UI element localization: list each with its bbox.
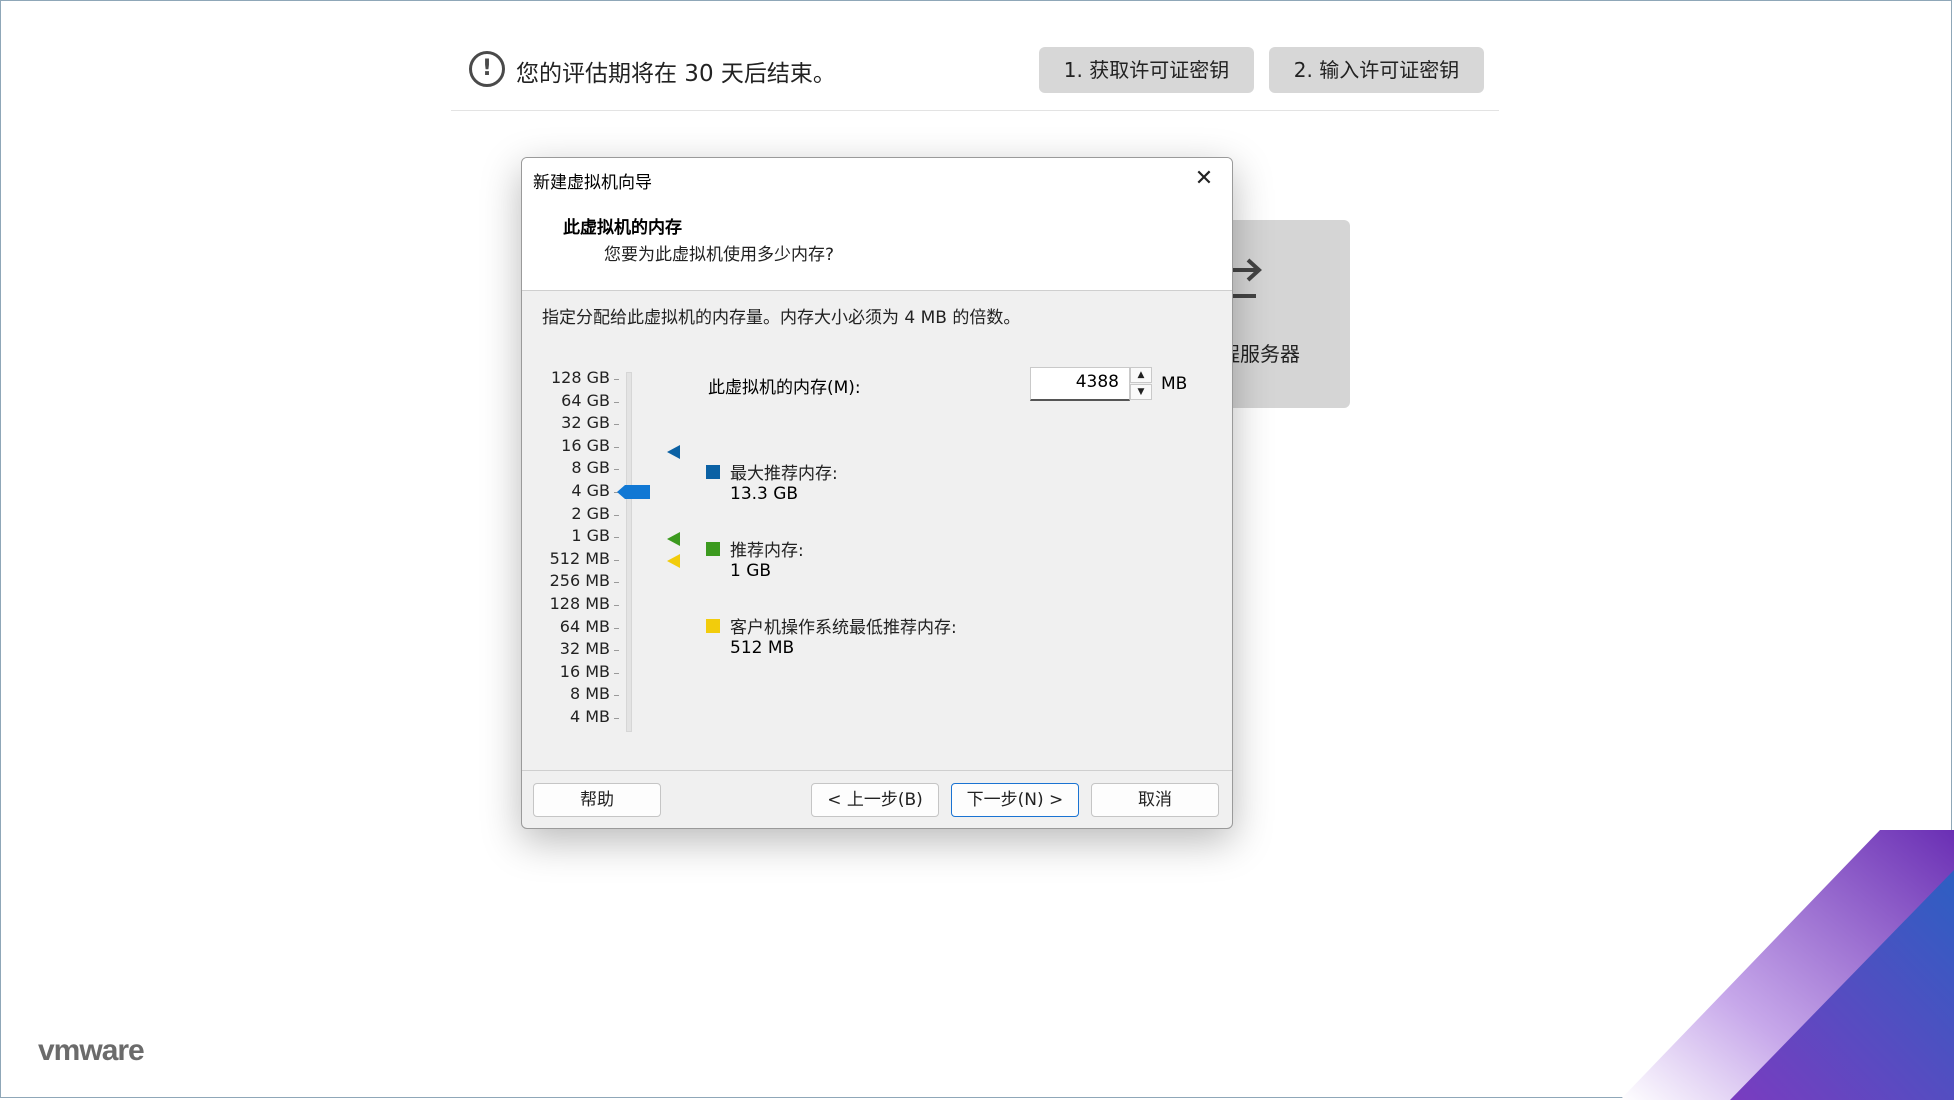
scale-label: 64 MB <box>559 616 610 636</box>
footer-divider <box>522 770 1232 771</box>
scale-label: 64 GB <box>561 390 610 410</box>
dialog-header: 新建虚拟机向导 ✕ 此虚拟机的内存 您要为此虚拟机使用多少内存? <box>522 158 1232 291</box>
scale-tick <box>614 559 619 561</box>
min-recommended-title: 客户机操作系统最低推荐内存: <box>730 618 957 638</box>
scale-tick <box>614 718 619 719</box>
scale-label: 128 GB <box>551 368 610 387</box>
scale-tick <box>614 401 619 403</box>
scale-tick <box>614 514 619 516</box>
memory-field-label: 此虚拟机的内存(M): <box>708 378 861 398</box>
scale-label: 256 MB <box>549 571 610 591</box>
brand-corner-graphic <box>1620 830 1954 1100</box>
max-recommended-value: 13.3 GB <box>730 484 799 504</box>
recommended-title: 推荐内存: <box>730 541 804 561</box>
page-heading: 此虚拟机的内存 <box>563 218 682 238</box>
scale-tick <box>614 537 619 539</box>
scale-label: 16 MB <box>559 661 610 681</box>
get-license-key-button[interactable]: 1. 获取许可证密钥 <box>1039 47 1254 93</box>
spin-up-icon[interactable]: ▲ <box>1130 367 1152 383</box>
connect-arrow-icon <box>1232 258 1262 298</box>
scale-label: 8 MB <box>569 684 610 704</box>
max-recommended-marker-icon <box>667 445 680 459</box>
scale-label: 16 GB <box>561 435 610 455</box>
scale-label: 32 MB <box>559 639 610 659</box>
memory-input[interactable]: 4388 <box>1030 367 1130 401</box>
recommended-marker-icon <box>667 532 680 546</box>
min-recommended-swatch <box>706 619 720 633</box>
scale-tick <box>614 650 619 652</box>
vmware-logo: vmware <box>38 1034 145 1067</box>
memory-unit: MB <box>1161 374 1188 394</box>
scale-tick <box>614 469 619 471</box>
page-subheading: 您要为此虚拟机使用多少内存? <box>604 245 835 265</box>
recommended-value: 1 GB <box>730 561 772 581</box>
close-icon[interactable]: ✕ <box>1186 162 1222 196</box>
evaluation-bar: ! 您的评估期将在 30 天后结束。 1. 获取许可证密钥 2. 输入许可证密钥 <box>451 44 1499 111</box>
max-recommended-swatch <box>706 465 720 479</box>
dialog-title: 新建虚拟机向导 <box>533 173 652 193</box>
memory-scale: 128 GB 64 GB 32 GB 16 GB 8 GB 4 GB 2 GB … <box>522 368 652 748</box>
scale-label: 4 GB <box>571 481 610 500</box>
memory-slider-track[interactable] <box>626 372 632 732</box>
max-recommended-title: 最大推荐内存: <box>730 464 838 484</box>
memory-description: 指定分配给此虚拟机的内存量。内存大小必须为 4 MB 的倍数。 <box>542 308 1021 328</box>
enter-license-key-button[interactable]: 2. 输入许可证密钥 <box>1269 47 1484 93</box>
recommended-swatch <box>706 542 720 556</box>
scale-tick <box>614 424 619 426</box>
scale-label: 1 GB <box>571 526 610 546</box>
back-button[interactable]: < 上一步(B) <box>811 783 939 817</box>
scale-label: 128 MB <box>549 594 610 613</box>
exclamation-circle-icon: ! <box>469 51 505 87</box>
help-button[interactable]: 帮助 <box>533 783 661 817</box>
scale-tick <box>614 582 619 584</box>
evaluation-message: 您的评估期将在 30 天后结束。 <box>516 61 836 87</box>
cancel-button[interactable]: 取消 <box>1091 783 1219 817</box>
scale-label: 32 GB <box>561 413 610 433</box>
scale-label: 2 GB <box>571 503 610 523</box>
scale-tick <box>614 672 619 674</box>
scale-tick <box>614 446 619 448</box>
scale-label: 8 GB <box>571 458 610 478</box>
scale-tick <box>614 605 619 606</box>
scale-tick <box>614 695 619 697</box>
scale-tick <box>614 627 619 629</box>
scale-tick <box>614 379 619 380</box>
min-recommended-marker-icon <box>667 554 680 568</box>
memory-spinner: ▲ ▼ <box>1130 367 1152 401</box>
next-button[interactable]: 下一步(N) > <box>951 783 1079 817</box>
new-vm-wizard-dialog: 新建虚拟机向导 ✕ 此虚拟机的内存 您要为此虚拟机使用多少内存? 指定分配给此虚… <box>521 157 1233 829</box>
memory-slider-thumb[interactable] <box>617 485 650 499</box>
scale-label: 4 MB <box>569 707 610 726</box>
spin-down-icon[interactable]: ▼ <box>1130 384 1152 400</box>
min-recommended-value: 512 MB <box>730 638 795 658</box>
scale-label: 512 MB <box>549 548 610 568</box>
